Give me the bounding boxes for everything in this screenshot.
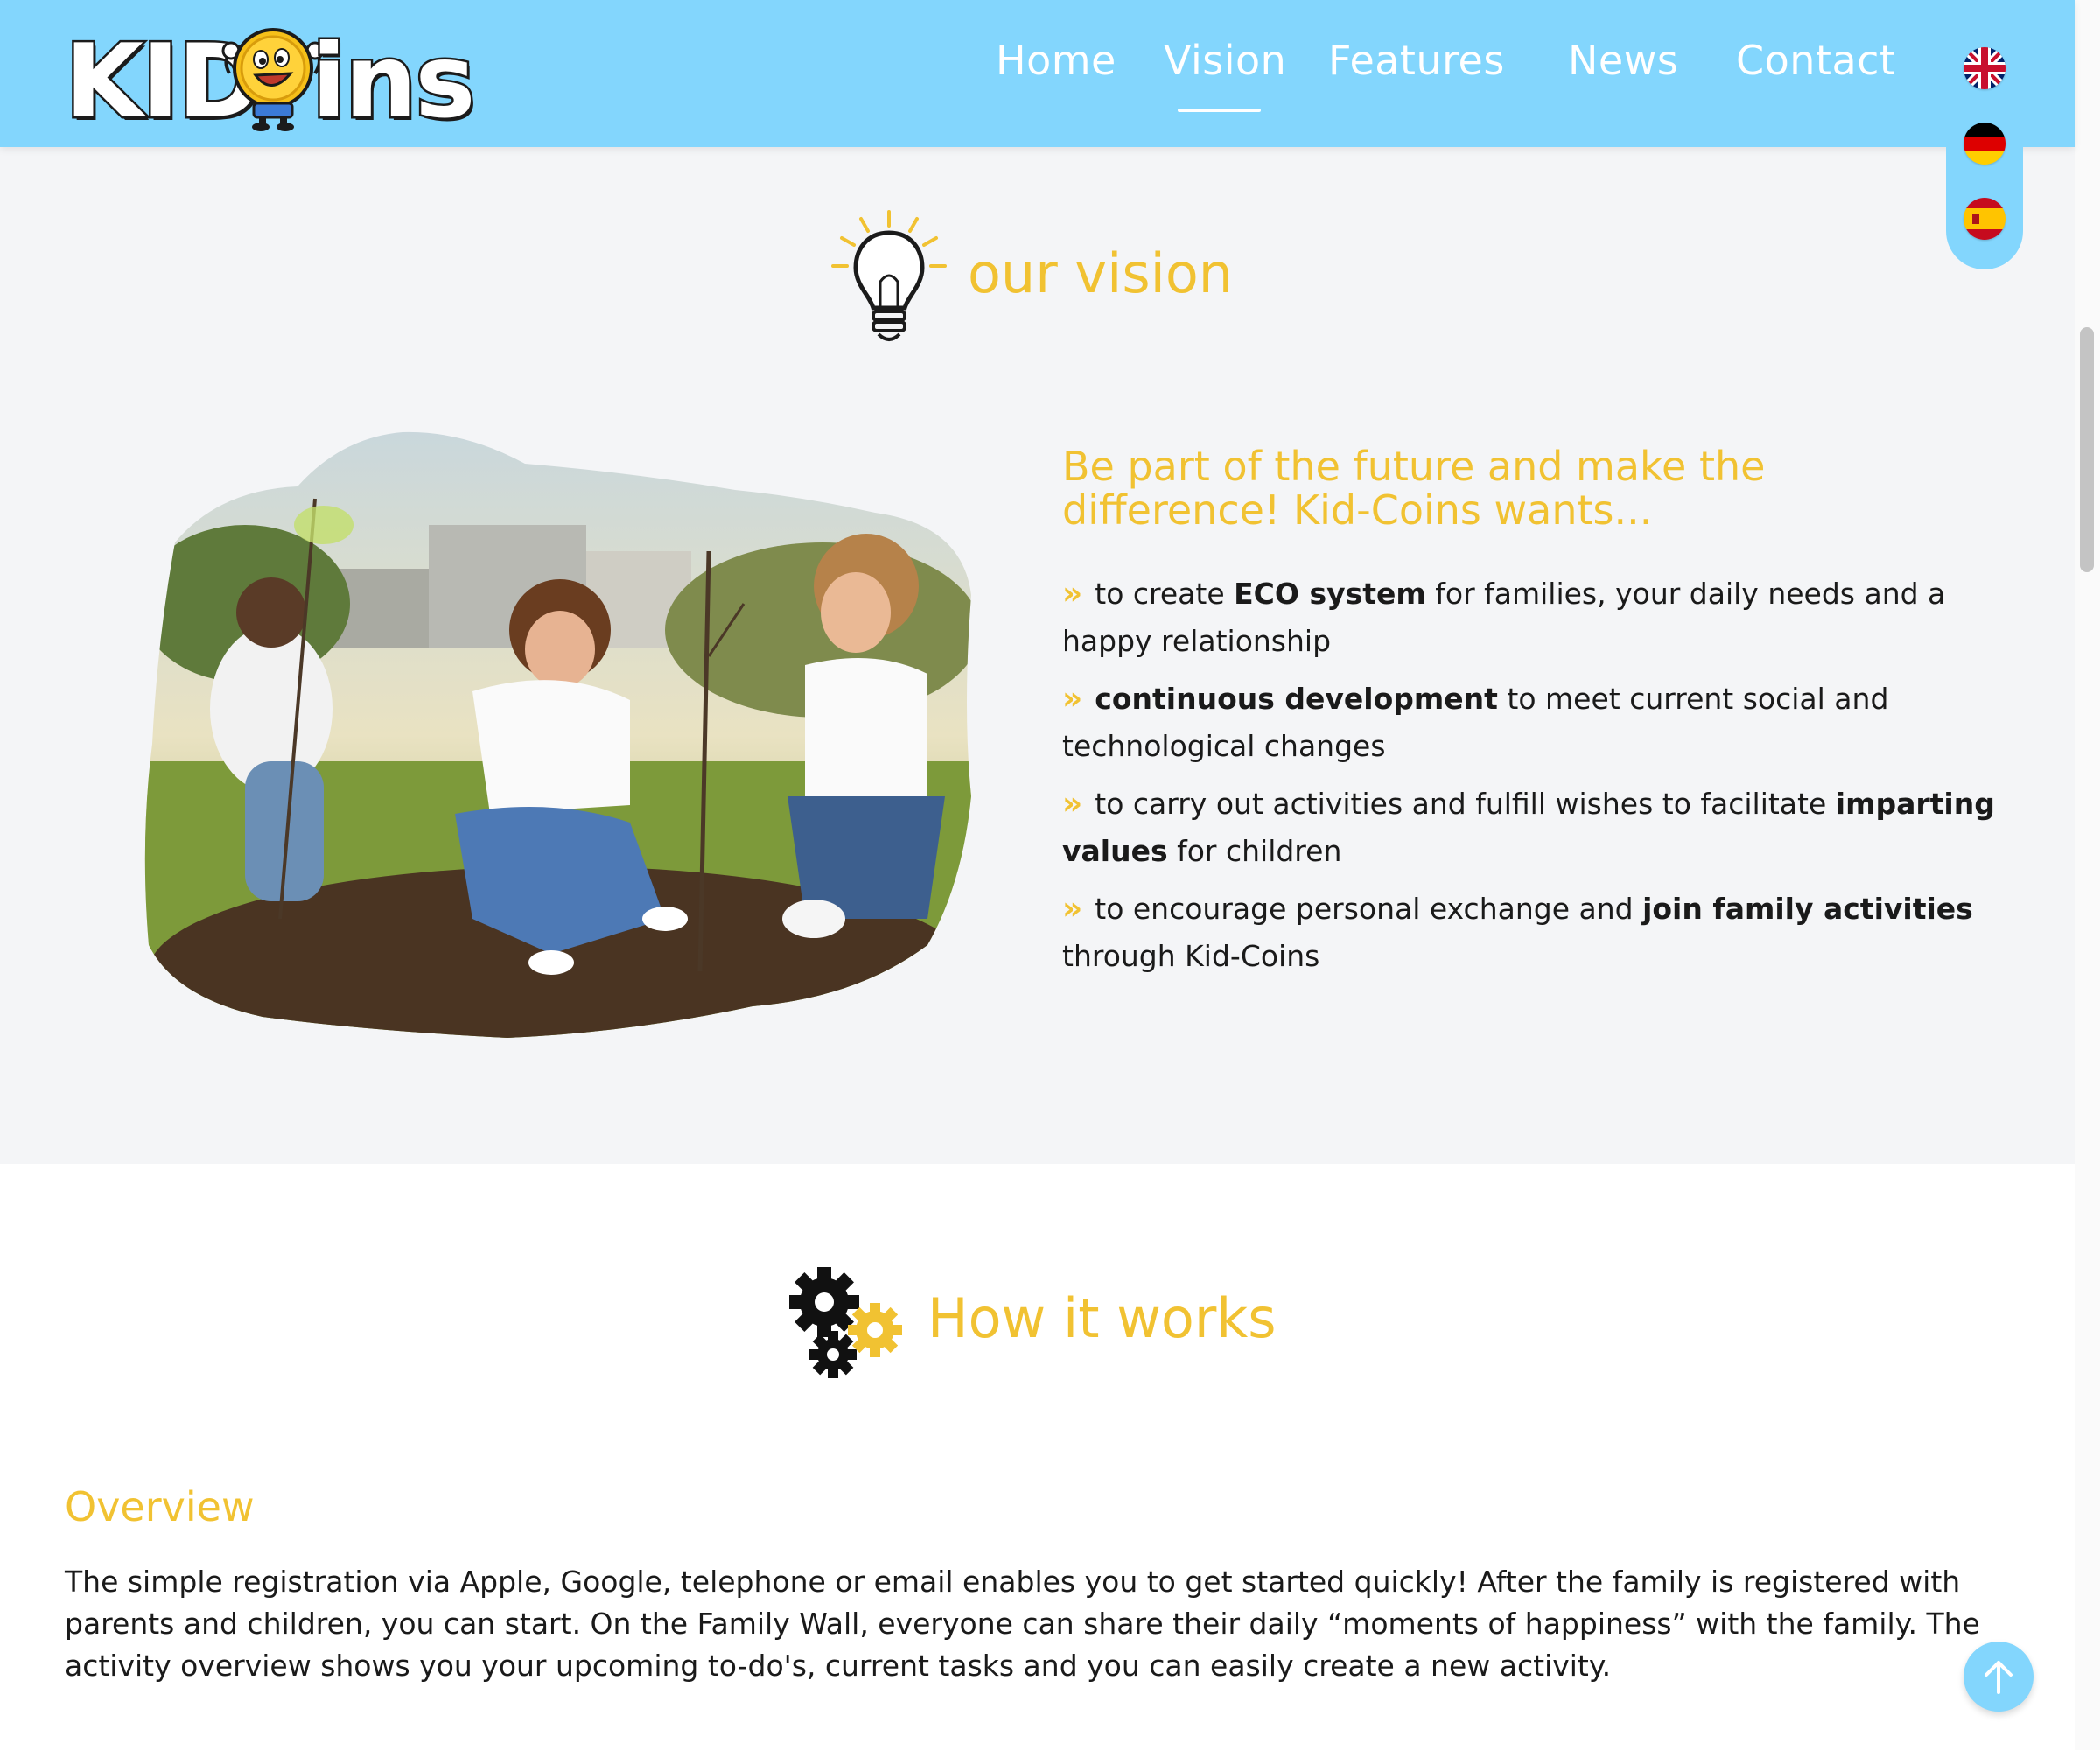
vision-title: our vision: [968, 242, 1234, 305]
overview-heading: Overview: [65, 1483, 255, 1530]
vision-bullet-4: » to encourage personal exchange and join…: [1062, 891, 1973, 973]
vision-bullet-3: » to carry out activities and fulfill wis…: [1062, 786, 1995, 868]
gears-icon: [789, 1267, 902, 1378]
chevron-right-icon: »: [1062, 786, 1083, 822]
site-header: KID ins Home Vision Features News Contac…: [0, 0, 2075, 147]
vision-subheading: Be part of the future and make the diffe…: [1062, 443, 1766, 534]
nav-home[interactable]: Home: [996, 37, 1116, 84]
vision-bullet-1: » to create ECO system for families, your…: [1062, 576, 1946, 658]
overview-text: The simple registration via Apple, Googl…: [65, 1564, 1980, 1683]
lightbulb-icon: [831, 210, 947, 341]
chevron-right-icon: »: [1062, 891, 1083, 927]
scroll-to-top-button[interactable]: [1964, 1642, 2034, 1712]
vision-bullet-2: » continuous development to meet current …: [1062, 681, 1889, 763]
logo-text-ins: ins: [309, 21, 477, 144]
language-switcher: [1946, 35, 2023, 270]
arrow-up-icon: [1984, 1661, 2012, 1694]
uk-flag-icon[interactable]: [1964, 47, 2006, 89]
spain-flag-icon[interactable]: [1964, 198, 2006, 240]
nav-features[interactable]: Features: [1328, 37, 1505, 84]
nav-vision[interactable]: Vision: [1164, 37, 1286, 84]
scrollbar-track[interactable]: [2075, 0, 2100, 1750]
scrollbar-thumb[interactable]: [2080, 327, 2094, 572]
chevron-right-icon: »: [1062, 576, 1083, 612]
active-nav-indicator: [1178, 108, 1261, 112]
how-it-works-title: How it works: [928, 1286, 1277, 1350]
vision-bullet-list: » to create ECO system for families, your…: [1062, 570, 2016, 990]
vision-section: our vision Be part of the future and mak…: [0, 147, 2075, 1164]
coin-mascot-icon: [221, 28, 325, 131]
kidcoins-logo[interactable]: KID ins: [62, 19, 477, 144]
germany-flag-icon[interactable]: [1964, 122, 2006, 164]
chevron-right-icon: »: [1062, 681, 1083, 717]
nav-contact[interactable]: Contact: [1736, 37, 1895, 84]
children-planting-trees-photo: [144, 431, 972, 1038]
nav-news[interactable]: News: [1568, 37, 1678, 84]
